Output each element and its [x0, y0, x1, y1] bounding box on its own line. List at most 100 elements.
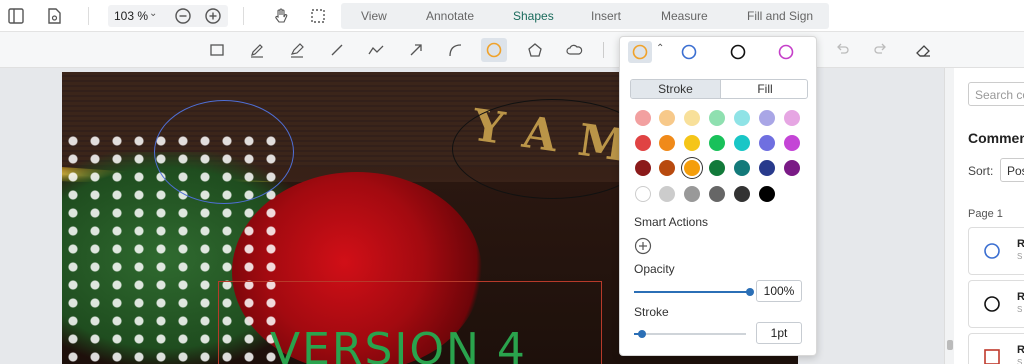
file-settings-icon[interactable]: [42, 4, 66, 28]
comment-subtitle: S: [1017, 358, 1023, 364]
color-swatch[interactable]: [734, 160, 750, 176]
color-swatch[interactable]: [759, 186, 775, 202]
comment-subtitle: S: [1017, 305, 1023, 314]
tab-shapes[interactable]: Shapes: [513, 9, 554, 23]
color-swatch[interactable]: [684, 186, 700, 202]
tab-insert[interactable]: Insert: [591, 9, 621, 23]
color-swatch[interactable]: [734, 186, 750, 202]
highlighter-tool-icon[interactable]: [284, 38, 310, 62]
blue-circle-icon: [983, 242, 1001, 263]
comment-author: R: [1017, 291, 1024, 303]
redo-icon[interactable]: [868, 38, 894, 62]
stroke-tab[interactable]: Stroke: [631, 80, 720, 98]
black-circle-icon: [983, 295, 1001, 316]
style-popup: ⌃ Stroke Fill Smart Actions Opacity 100%…: [619, 36, 817, 356]
smart-actions-label: Smart Actions: [634, 215, 709, 229]
color-swatch[interactable]: [734, 110, 750, 126]
zoom-in-icon[interactable]: [201, 4, 225, 28]
search-comments-input[interactable]: Search co: [968, 82, 1024, 106]
toolbar-divider: [88, 7, 89, 25]
ellipse-tool-icon[interactable]: [481, 38, 507, 62]
chevron-down-icon[interactable]: ⌄: [149, 8, 157, 19]
color-swatch[interactable]: [659, 135, 675, 151]
color-swatch[interactable]: [659, 110, 675, 126]
opacity-value[interactable]: 100%: [756, 280, 802, 302]
tab-annotate[interactable]: Annotate: [426, 9, 474, 23]
comment-card[interactable]: R S: [968, 333, 1024, 364]
panel-title: Commen: [968, 130, 1024, 146]
freehand-tool-icon[interactable]: [244, 38, 270, 62]
color-swatch[interactable]: [635, 110, 651, 126]
color-swatch[interactable]: [759, 160, 775, 176]
line-tool-icon[interactable]: [324, 38, 350, 62]
toolbar-divider: [243, 7, 244, 25]
color-swatch[interactable]: [709, 186, 725, 202]
comment-author: R: [1017, 238, 1024, 250]
color-swatch[interactable]: [759, 135, 775, 151]
chevron-up-icon[interactable]: ⌃: [656, 43, 664, 54]
scrollbar-thumb[interactable]: [947, 340, 953, 350]
fill-tab[interactable]: Fill: [720, 80, 807, 98]
color-swatch[interactable]: [734, 135, 750, 151]
stroke-value[interactable]: 1pt: [756, 322, 802, 344]
opacity-slider-fill: [634, 291, 750, 293]
color-swatch[interactable]: [635, 160, 651, 176]
style-preset-black[interactable]: [726, 41, 750, 63]
color-swatch[interactable]: [709, 160, 725, 176]
stroke-fill-toggle: Stroke Fill: [630, 79, 808, 99]
color-swatch[interactable]: [659, 186, 675, 202]
stroke-width-label: Stroke: [634, 305, 669, 319]
comment-card[interactable]: R S: [968, 280, 1024, 328]
color-swatch[interactable]: [684, 135, 700, 151]
comment-card[interactable]: R S: [968, 227, 1024, 275]
color-swatch[interactable]: [784, 110, 800, 126]
color-swatch[interactable]: [709, 135, 725, 151]
comment-author: R: [1017, 344, 1024, 356]
sort-dropdown[interactable]: Pos: [1000, 158, 1024, 182]
add-smart-action-icon[interactable]: [634, 237, 652, 258]
zoom-out-icon[interactable]: [171, 4, 195, 28]
tab-fill-and-sign[interactable]: Fill and Sign: [747, 9, 813, 23]
color-swatch[interactable]: [759, 110, 775, 126]
style-preset-blue[interactable]: [677, 41, 701, 63]
vertical-scrollbar[interactable]: [944, 68, 954, 364]
color-swatch[interactable]: [784, 135, 800, 151]
cloud-tool-icon[interactable]: [561, 38, 587, 62]
top-toolbar: 103 % ⌄ View Annotate Shapes Insert Meas…: [0, 0, 1024, 32]
zoom-value: 103 %: [114, 9, 149, 23]
color-swatch[interactable]: [709, 110, 725, 126]
color-swatch[interactable]: [784, 160, 800, 176]
comments-panel: Search co Commen Sort: Pos Page 1 R S R …: [954, 68, 1024, 364]
page-group-label: Page 1: [968, 208, 1003, 220]
color-swatch[interactable]: [635, 186, 651, 202]
blue-ellipse-annotation[interactable]: [154, 100, 294, 204]
tab-measure[interactable]: Measure: [661, 9, 708, 23]
toolbar-divider: [603, 42, 604, 58]
mode-tabs: View Annotate Shapes Insert Measure Fill…: [341, 3, 829, 29]
rectangle-tool-icon[interactable]: [204, 38, 230, 62]
polyline-tool-icon[interactable]: [363, 38, 389, 62]
undo-icon[interactable]: [829, 38, 855, 62]
style-preset-orange[interactable]: [628, 41, 652, 63]
sort-label: Sort:: [968, 164, 994, 178]
opacity-slider-knob[interactable]: [746, 288, 754, 296]
stroke-slider-track[interactable]: [634, 333, 746, 335]
red-square-icon: [983, 348, 1001, 364]
color-swatch[interactable]: [659, 160, 675, 176]
tab-view[interactable]: View: [361, 9, 387, 23]
style-preset-purple[interactable]: [774, 41, 798, 63]
marquee-select-icon[interactable]: [306, 4, 330, 28]
version-text: VERSION 4: [270, 324, 527, 364]
arc-tool-icon[interactable]: [442, 38, 468, 62]
comment-subtitle: S: [1017, 252, 1023, 261]
color-swatch[interactable]: [684, 110, 700, 126]
eraser-icon[interactable]: [910, 38, 936, 62]
color-swatch[interactable]: [684, 160, 700, 176]
stroke-slider-knob[interactable]: [638, 330, 646, 338]
pan-hand-icon[interactable]: [269, 4, 293, 28]
polygon-tool-icon[interactable]: [522, 38, 548, 62]
arrow-tool-icon[interactable]: [403, 38, 429, 62]
color-swatch[interactable]: [635, 135, 651, 151]
sidebar-toggle-icon[interactable]: [4, 4, 28, 28]
shapes-toolbar: [0, 32, 1024, 68]
